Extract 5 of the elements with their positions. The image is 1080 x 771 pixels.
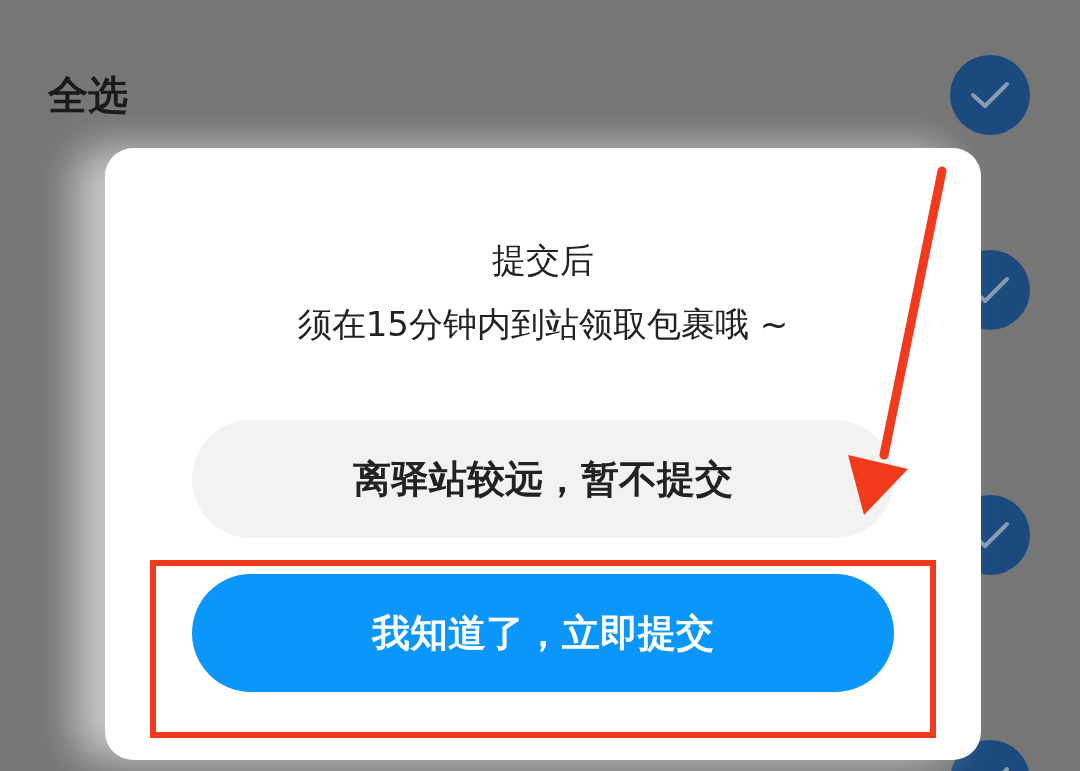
cancel-button[interactable]: 离驿站较远，暂不提交 — [192, 420, 894, 538]
dialog-message: 须在15分钟内到站领取包裹哦 ~ — [297, 303, 789, 346]
select-all-label: 全选 — [48, 71, 128, 120]
check-icon — [970, 81, 1010, 109]
dialog-message: 提交后 — [492, 239, 594, 282]
